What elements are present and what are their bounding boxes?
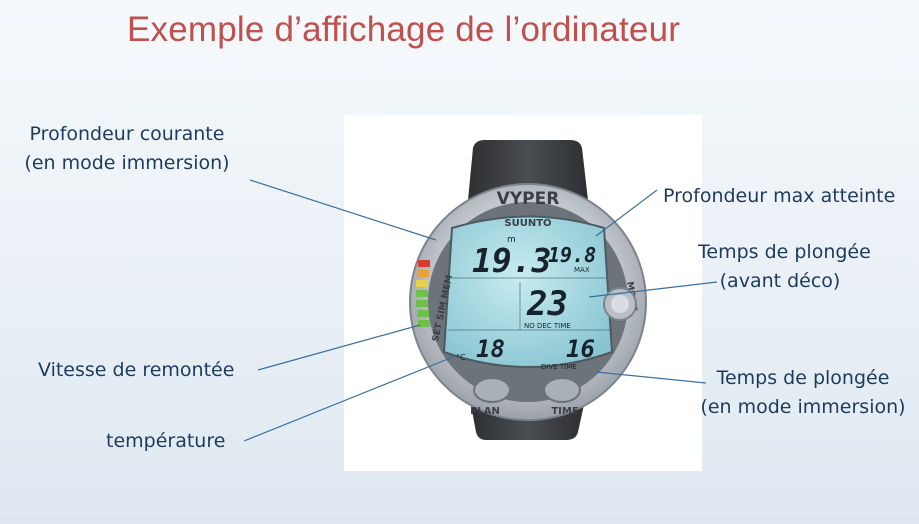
nodec-time-value: 23 — [526, 284, 568, 324]
label-profondeur-max: Profondeur max atteinte — [663, 185, 896, 207]
current-depth-value: 19.3 — [472, 241, 551, 280]
plan-button-label: PLAN — [470, 406, 500, 417]
max-depth-value: 19.8 — [548, 243, 596, 267]
leader-vitesse-remontee — [257, 324, 421, 371]
dive-time-value: 16 — [566, 335, 595, 363]
label-temps-immersion: Temps de plongée (en mode immersion) — [692, 364, 914, 422]
label-profondeur-courante-line1: Profondeur courante — [29, 123, 225, 145]
label-temperature: température — [106, 430, 226, 452]
time-button-label: TIME — [551, 406, 578, 417]
dive-time-label: DIVE TIME — [541, 363, 577, 371]
watch-model: VYPER — [497, 189, 560, 209]
leader-profondeur-courante — [249, 179, 437, 241]
temperature-value: 18 — [476, 335, 505, 363]
time-button — [543, 377, 581, 403]
label-temps-avant-deco-line1: Temps de plongée — [698, 241, 871, 263]
label-vitesse-remontee: Vitesse de remontée — [38, 359, 235, 381]
watch-brand: SUUNTO — [504, 218, 551, 229]
ascent-rate-bar-graph — [416, 260, 430, 327]
label-profondeur-courante-line2: (en mode immersion) — [24, 152, 230, 174]
label-temps-avant-deco-line2: (avant déco) — [719, 270, 841, 292]
leader-temperature — [243, 356, 454, 442]
label-temps-immersion-line1: Temps de plongée — [716, 367, 890, 389]
max-depth-label: MAX — [574, 266, 590, 274]
temperature-unit: °C — [456, 353, 466, 362]
label-temps-immersion-line2: (en mode immersion) — [700, 396, 906, 418]
label-profondeur-courante: Profondeur courante (en mode immersion) — [18, 120, 236, 178]
label-temps-avant-deco: Temps de plongée (avant déco) — [698, 238, 871, 296]
nodec-time-label: NO DEC TIME — [524, 322, 571, 330]
plan-button — [473, 377, 511, 403]
